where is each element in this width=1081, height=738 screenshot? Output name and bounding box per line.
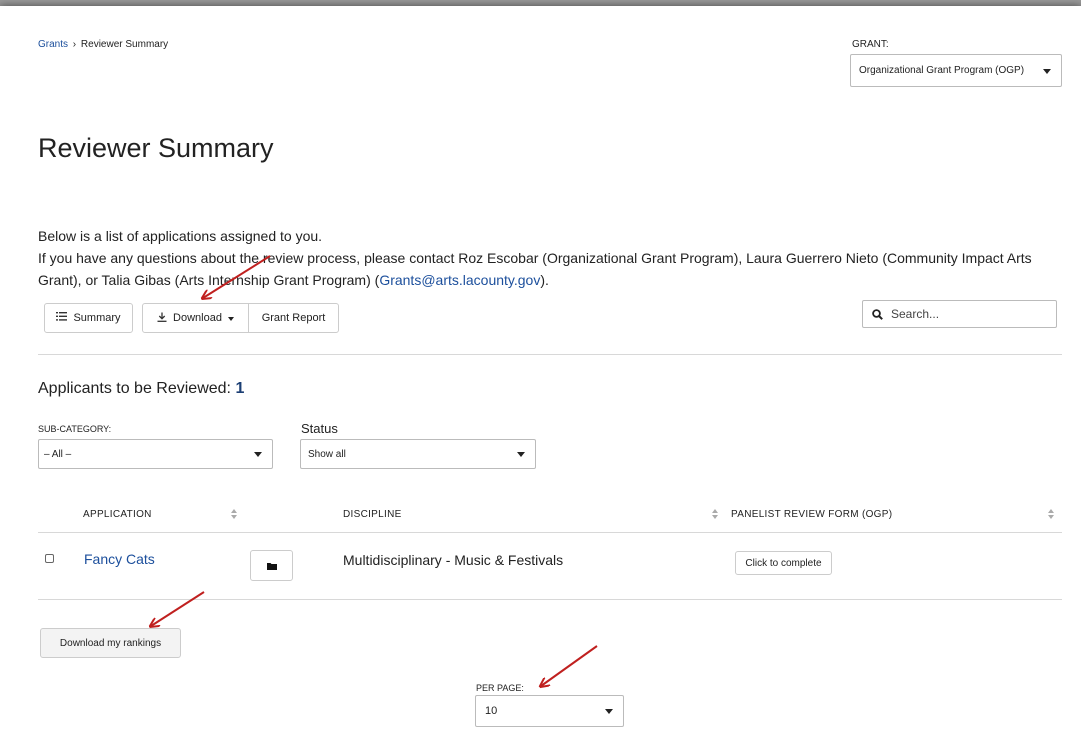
table-header-divider [38,532,1062,533]
breadcrumb: Grants › Reviewer Summary [38,39,168,50]
sort-icon[interactable] [231,508,239,520]
subcategory-select[interactable]: – All – [38,439,273,469]
click-to-complete-button[interactable]: Click to complete [735,551,832,575]
caret-down-icon [227,317,234,321]
subcategory-label: SUB-CATEGORY: [38,424,112,434]
column-header-discipline[interactable]: DISCIPLINE [343,509,402,520]
summary-button-label: Summary [73,312,121,324]
search-placeholder: Search... [891,307,940,321]
applicants-count: 1 [235,380,245,397]
status-label: Status [301,421,338,436]
chevron-down-icon [605,709,613,714]
list-icon [56,312,68,324]
status-select[interactable]: Show all [300,439,536,469]
divider [38,354,1062,355]
annotation-arrow-per-page [541,645,598,686]
download-rankings-button[interactable]: Download my rankings [40,628,181,658]
breadcrumb-grants-link[interactable]: Grants [38,39,68,50]
sort-icon[interactable] [712,508,720,520]
folder-button[interactable] [250,550,293,581]
per-page-label: PER PAGE: [476,683,524,693]
folder-icon [266,562,277,570]
grant-select-value: Organizational Grant Program (OGP) [859,65,1025,76]
download-button-label: Download [173,312,222,324]
grant-select[interactable]: Organizational Grant Program (OGP) [850,54,1062,87]
intro-line-1: Below is a list of applications assigned… [38,228,323,244]
grant-label: GRANT: [852,39,889,50]
subcategory-select-value: – All – [44,448,72,460]
download-button[interactable]: Download [142,303,249,333]
sort-icon[interactable] [1048,508,1056,520]
table-bottom-divider [38,599,1062,600]
grant-report-button[interactable]: Grant Report [248,303,339,333]
reviewer-summary-page: Grants › Reviewer Summary GRANT: Organiz… [0,6,1081,738]
applicants-count-heading: Applicants to be Reviewed: 1 [38,380,244,398]
breadcrumb-separator: › [72,39,77,50]
contact-email-link[interactable]: Grants@arts.lacounty.gov [379,272,540,288]
intro-suffix: ). [540,272,549,288]
status-select-value: Show all [308,448,346,460]
breadcrumb-current: Reviewer Summary [80,39,169,50]
per-page-value: 10 [485,705,498,717]
search-icon [872,308,883,320]
page-title: Reviewer Summary [38,133,274,163]
chevron-down-icon [517,452,525,457]
download-icon [157,312,167,325]
column-header-review-form[interactable]: PANELIST REVIEW FORM (OGP) [731,509,892,520]
chevron-down-icon [254,452,262,457]
intro-text: Below is a list of applications assigned… [38,225,1063,291]
search-input[interactable]: Search... [862,300,1057,328]
intro-line-2: If you have any questions about the revi… [38,247,1063,291]
per-page-select[interactable]: 10 [475,695,624,727]
summary-button[interactable]: Summary [44,303,133,333]
discipline-cell: Multidisciplinary - Music & Festivals [343,552,564,568]
chevron-down-icon [1043,68,1051,74]
application-link[interactable]: Fancy Cats [84,551,155,567]
annotation-arrow-rankings [151,591,205,626]
row-select-checkbox[interactable] [45,554,54,563]
column-header-application[interactable]: APPLICATION [83,509,152,520]
applicants-label: Applicants to be Reviewed: [38,380,236,397]
